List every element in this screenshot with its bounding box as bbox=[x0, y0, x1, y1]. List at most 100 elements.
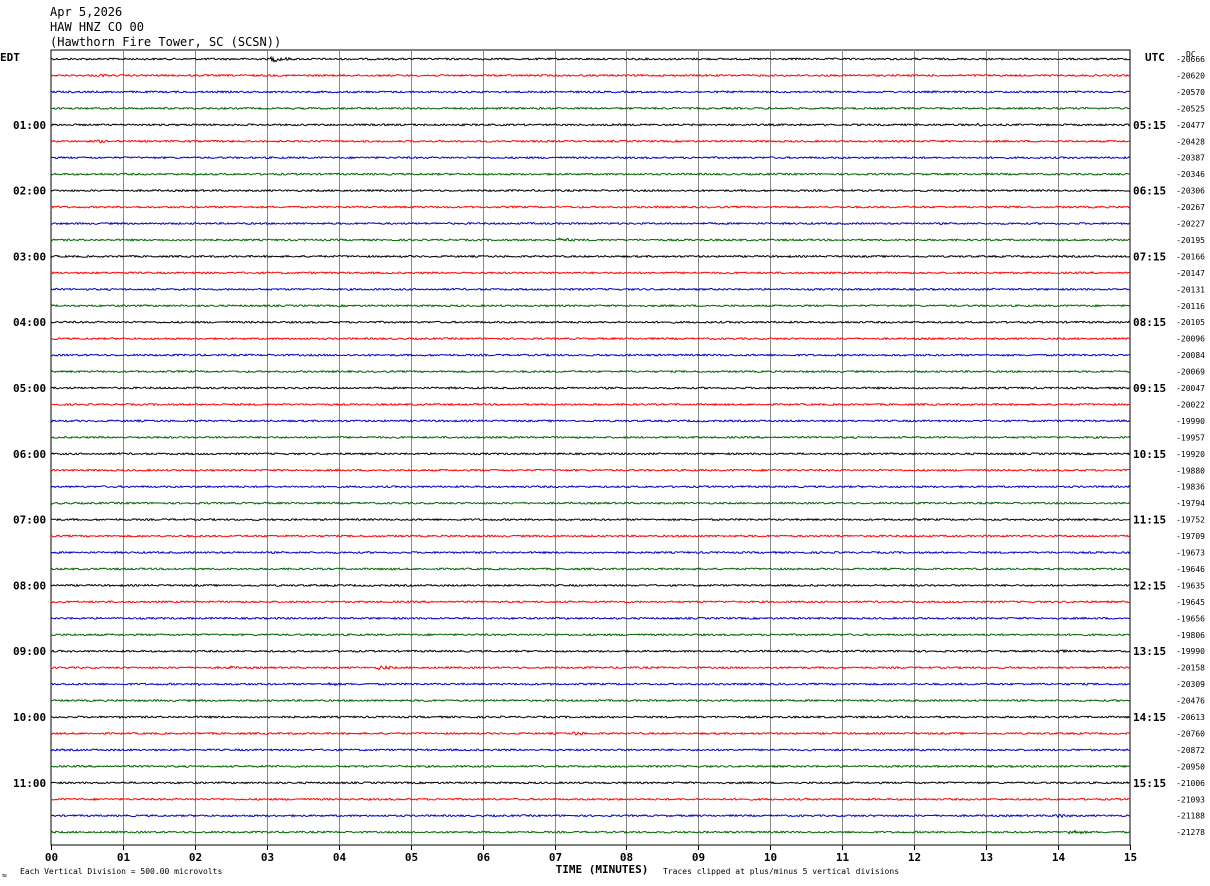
x-tick-label: 14 bbox=[1052, 851, 1066, 864]
utc-hour-label: 11:15 bbox=[1133, 514, 1166, 527]
dc-offset-label: -20267 bbox=[1176, 203, 1205, 212]
edt-hour-label: 06:00 bbox=[13, 448, 46, 461]
edt-hour-label: 05:00 bbox=[13, 382, 46, 395]
x-tick-label: 04 bbox=[333, 851, 347, 864]
trace-line bbox=[50, 451, 1131, 456]
dc-offset-label: -20158 bbox=[1176, 664, 1205, 673]
edt-hour-label: 09:00 bbox=[13, 645, 46, 658]
edt-hour-label: 08:00 bbox=[13, 579, 46, 592]
trace-line bbox=[50, 567, 1131, 571]
edt-hour-label: 03:00 bbox=[13, 250, 46, 263]
dc-offset-label: -20428 bbox=[1176, 137, 1205, 146]
trace-line bbox=[50, 90, 1131, 94]
trace-line bbox=[50, 813, 1131, 819]
trace-line bbox=[50, 287, 1131, 292]
trace-line bbox=[50, 122, 1131, 127]
edt-hour-label: 10:00 bbox=[13, 711, 46, 724]
utc-hour-label: 06:15 bbox=[1133, 185, 1166, 198]
x-tick-label: 10 bbox=[764, 851, 777, 864]
trace-line bbox=[50, 534, 1131, 538]
plot-grid bbox=[50, 49, 1131, 850]
dc-offset-label: -21006 bbox=[1176, 779, 1205, 788]
trace-line bbox=[50, 797, 1131, 802]
dc-offset-label: -21093 bbox=[1176, 795, 1205, 804]
axis-labels: 00 01 02 03 04 05 06 07 08 09 10 11 12 13 14 15-20666-2… bbox=[13, 55, 1205, 864]
trace-line bbox=[50, 336, 1131, 341]
dc-offset-label: -19990 bbox=[1176, 417, 1205, 426]
dc-offset-label: -19656 bbox=[1176, 614, 1205, 623]
edt-hour-label: 07:00 bbox=[13, 514, 46, 527]
trace-line bbox=[50, 600, 1131, 604]
dc-offset-label: -19990 bbox=[1176, 647, 1205, 656]
dc-offset-label: -19752 bbox=[1176, 516, 1205, 525]
dc-offset-label: -20477 bbox=[1176, 121, 1205, 130]
dc-offset-label: -19646 bbox=[1176, 565, 1205, 574]
trace-line bbox=[50, 205, 1131, 209]
dc-offset-label: -20166 bbox=[1176, 252, 1205, 261]
right-axis-title: UTC bbox=[1145, 51, 1165, 64]
utc-hour-label: 14:15 bbox=[1133, 711, 1166, 724]
trace-line bbox=[51, 517, 1131, 522]
trace-line bbox=[50, 139, 1131, 144]
dc-offset-label: -20069 bbox=[1176, 368, 1205, 377]
dc-offset-label: -20613 bbox=[1176, 713, 1205, 722]
dc-offset-label: -19673 bbox=[1176, 549, 1205, 558]
x-tick-label: 06 bbox=[477, 851, 491, 864]
dc-offset-label: -19709 bbox=[1176, 532, 1205, 541]
trace-line bbox=[50, 419, 1131, 423]
dc-offset-label: -20147 bbox=[1176, 269, 1205, 278]
trace-lines bbox=[50, 55, 1131, 835]
trace-line bbox=[50, 303, 1131, 308]
dc-offset-label: -20195 bbox=[1176, 236, 1205, 245]
x-tick-label: 13 bbox=[980, 851, 993, 864]
trace-line bbox=[50, 254, 1131, 259]
trace-line bbox=[50, 402, 1131, 407]
trace-line bbox=[50, 484, 1131, 489]
trace-line bbox=[50, 271, 1131, 275]
vertical-division-note: Each Vertical Division = 500.00 microvol… bbox=[20, 867, 222, 876]
trace-line bbox=[50, 715, 1131, 720]
dc-offset-label: -20525 bbox=[1176, 104, 1205, 113]
trace-line bbox=[50, 616, 1131, 621]
dc-offset-label: -20620 bbox=[1176, 71, 1205, 80]
trace-line bbox=[50, 369, 1131, 374]
trace-line bbox=[50, 829, 1131, 835]
trace-line bbox=[50, 221, 1131, 226]
trace-line bbox=[50, 155, 1131, 160]
trace-line bbox=[50, 353, 1131, 357]
trace-line bbox=[50, 748, 1131, 752]
dc-offset-label: -20309 bbox=[1176, 680, 1205, 689]
trace-line bbox=[50, 188, 1131, 193]
trace-line bbox=[50, 764, 1131, 769]
dc-offset-label: -20105 bbox=[1176, 318, 1205, 327]
trace-line bbox=[50, 664, 1131, 671]
x-tick-label: 00 bbox=[45, 851, 58, 864]
plot-frame bbox=[50, 49, 1131, 846]
dc-offset-label: -20666 bbox=[1176, 55, 1205, 64]
trace-line bbox=[51, 106, 1131, 111]
dc-offset-label: -19836 bbox=[1176, 483, 1205, 492]
x-tick-label: 03 bbox=[261, 851, 274, 864]
trace-line bbox=[50, 731, 1131, 736]
edt-hour-label: 01:00 bbox=[13, 119, 46, 132]
trace-line bbox=[50, 237, 1131, 242]
x-tick-label: 01 bbox=[117, 851, 131, 864]
dc-offset-label: -20084 bbox=[1176, 351, 1205, 360]
trace-line bbox=[50, 649, 1131, 654]
clipping-note: Traces clipped at plus/minus 5 vertical … bbox=[663, 867, 899, 876]
trace-line bbox=[50, 632, 1131, 637]
x-tick-label: 09 bbox=[692, 851, 705, 864]
dc-offset-label: -20950 bbox=[1176, 762, 1205, 771]
trace-line bbox=[50, 780, 1131, 785]
trace-line bbox=[50, 73, 1131, 78]
edt-hour-label: 11:00 bbox=[13, 777, 46, 790]
trace-line bbox=[50, 583, 1131, 588]
dc-offset-label: -20227 bbox=[1176, 220, 1205, 229]
dc-offset-label: -19635 bbox=[1176, 581, 1205, 590]
x-tick-label: 02 bbox=[189, 851, 202, 864]
trace-line bbox=[50, 550, 1131, 555]
x-tick-label: 15 bbox=[1124, 851, 1137, 864]
dc-offset-label: -20096 bbox=[1176, 335, 1205, 344]
dc-offset-label: -20116 bbox=[1176, 302, 1205, 311]
dc-offset-label: -19794 bbox=[1176, 499, 1205, 508]
